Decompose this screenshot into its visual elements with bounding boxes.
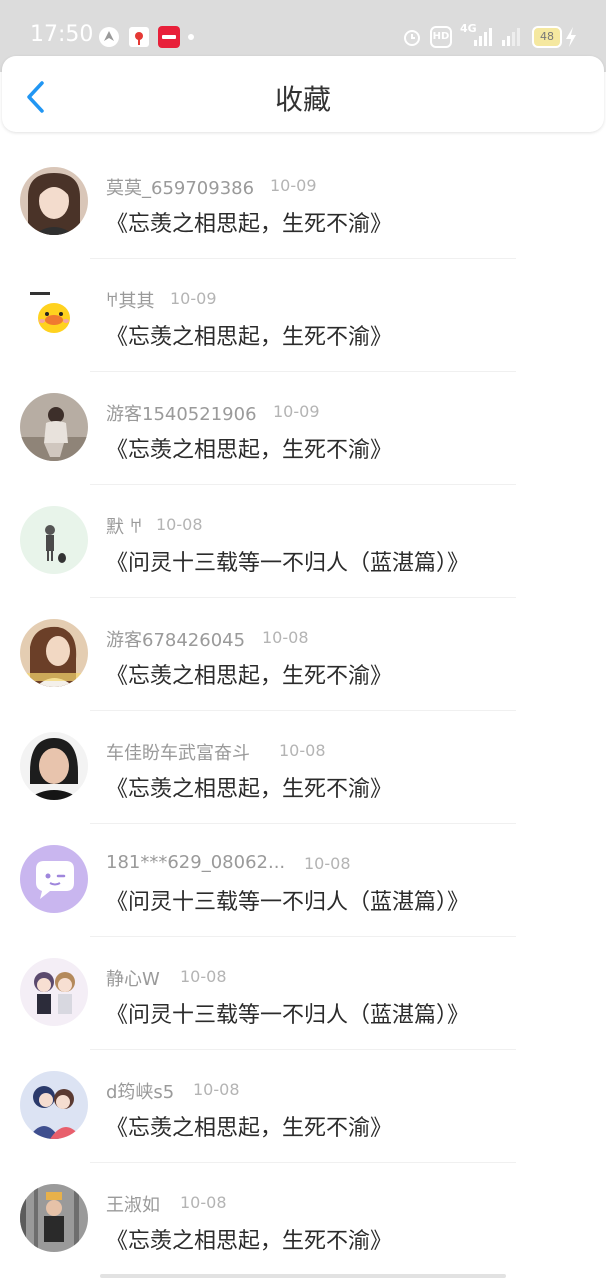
username: d筠峡s5 [106,1082,175,1103]
date: 10-08 [180,1193,227,1212]
app-notification-icon [129,27,149,47]
signal-icon [474,28,492,46]
list-item[interactable]: 王淑如 10-08 《忘羡之相思起，生死不渝》 [0,1163,606,1276]
username: 静心W [106,969,160,990]
username: 游客678426045 [106,630,246,651]
date: 10-09 [170,289,217,308]
navigation-icon [99,27,119,47]
avatar [20,1071,88,1139]
book-title: 《忘羡之相思起，生死不渝》 [106,212,393,237]
book-title: 《问灵十三载等一不归人（蓝湛篇）》 [106,1003,470,1028]
alarm-icon [404,30,420,46]
username: 莫莫_659709386 [106,178,255,199]
date: 10-09 [273,402,320,421]
date: 10-08 [279,741,326,760]
date: 10-08 [304,854,351,873]
avatar [20,506,88,574]
page-title: 收藏 [274,83,331,116]
date: 10-09 [270,176,317,195]
book-title: 《忘羡之相思起，生死不渝》 [106,438,393,463]
book-title: 《忘羡之相思起，生死不渝》 [106,1116,393,1141]
dot-icon [188,34,194,40]
book-title: 《忘羡之相思起，生死不渝》 [106,664,393,689]
list-item[interactable]: d筠峡s5 10-08 《忘羡之相思起，生死不渝》 [0,1050,606,1163]
avatar [20,393,88,461]
avatar [20,845,88,913]
list-item[interactable]: 莫莫_659709386 10-09 《忘羡之相思起，生死不渝》 [0,146,606,259]
date: 10-08 [193,1080,240,1099]
favorites-list: 莫莫_659709386 10-09 《忘羡之相思起，生死不渝》 𐀀其其 10-… [0,146,606,1276]
avatar [20,619,88,687]
list-item[interactable]: 车佳盼车武富奋斗 10-08 《忘羡之相思起，生死不渝》 [0,711,606,824]
list-item[interactable]: 游客1540521906 10-09 《忘羡之相思起，生死不渝》 [0,372,606,485]
list-item[interactable]: 游客678426045 10-08 《忘羡之相思起，生死不渝》 [0,598,606,711]
book-title: 《问灵十三载等一不归人（蓝湛篇）》 [106,890,470,915]
username: 181***629_08062... [106,852,286,873]
charging-icon [566,27,576,47]
status-time: 17:50 [30,22,94,47]
shopping-app-icon [158,26,180,48]
avatar [20,280,88,348]
list-item[interactable]: 𐀀其其 10-09 《忘羡之相思起，生死不渝》 [0,259,606,372]
list-item[interactable]: 181***629_08062... 10-08 《问灵十三载等一不归人（蓝湛篇… [0,824,606,937]
avatar [20,167,88,235]
date: 10-08 [156,515,203,534]
book-title: 《忘羡之相思起，生死不渝》 [106,1229,393,1254]
book-title: 《忘羡之相思起，生死不渝》 [106,325,393,350]
avatar [20,1184,88,1252]
app-bar: 收藏 [2,56,604,132]
username: 王淑如 [106,1195,160,1216]
hd-icon: HD [430,26,452,48]
battery-icon: 48 [532,26,562,48]
date: 10-08 [180,967,227,986]
avatar [20,732,88,800]
book-title: 《问灵十三载等一不归人（蓝湛篇）》 [106,551,470,576]
avatar [20,958,88,1026]
username: 𐀀其其 [106,291,155,312]
username: 车佳盼车武富奋斗 [106,743,250,764]
signal-icon [502,28,520,46]
list-item[interactable]: 默 𐀀 10-08 《问灵十三载等一不归人（蓝湛篇）》 [0,485,606,598]
username: 默 𐀀 [106,517,143,538]
scroll-indicator [100,1274,506,1278]
username: 游客1540521906 [106,404,257,425]
book-title: 《忘羡之相思起，生死不渝》 [106,777,393,802]
date: 10-08 [262,628,309,647]
list-item[interactable]: 静心W 10-08 《问灵十三载等一不归人（蓝湛篇）》 [0,937,606,1050]
